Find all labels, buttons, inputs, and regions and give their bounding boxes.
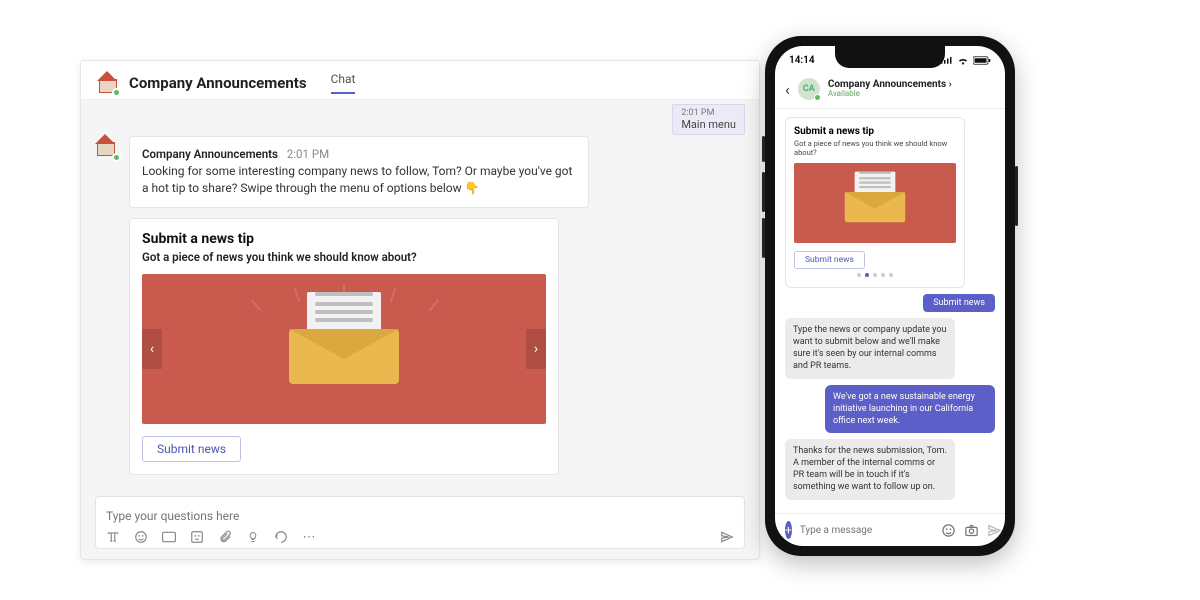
presence-available-icon (112, 88, 121, 97)
house-icon (95, 136, 115, 156)
message-header: Company Announcements 2:01 PM (142, 147, 576, 161)
chat-row: Thanks for the news submission, Tom. A m… (785, 439, 995, 500)
card-hero-image: ‹ › (142, 274, 546, 424)
emoji-icon[interactable] (941, 523, 956, 538)
card-subtitle: Got a piece of news you think we should … (794, 139, 956, 157)
more-icon[interactable]: ⋯ (302, 530, 316, 544)
phone-volume-up (762, 172, 765, 212)
compose-input[interactable] (106, 509, 734, 523)
chat-row: Type the news or company update you want… (785, 318, 995, 379)
bot-message: Type the news or company update you want… (785, 318, 955, 379)
send-icon[interactable] (987, 523, 1002, 538)
presence-available-icon (112, 153, 121, 162)
wifi-icon (957, 56, 969, 65)
chat-title: Company Announcements (129, 74, 307, 92)
compose-input-mobile[interactable] (800, 525, 933, 536)
message-composer: ⋯ (95, 496, 745, 549)
card-hero-image (794, 163, 956, 243)
gif-icon[interactable] (162, 530, 176, 544)
camera-icon[interactable] (964, 523, 979, 538)
presence-available-icon (814, 94, 821, 101)
message-text: Looking for some interesting company new… (142, 163, 576, 197)
attachment-icon[interactable] (218, 530, 232, 544)
mobile-message-area: Submit a news tip Got a piece of news yo… (775, 109, 1005, 513)
user-message: We've got a new sustainable energy initi… (825, 385, 995, 433)
bot-avatar (95, 71, 119, 95)
message-bubble: Company Announcements 2:01 PM Looking fo… (129, 136, 589, 208)
format-icon[interactable] (106, 530, 120, 544)
bot-message: Thanks for the news submission, Tom. A m… (785, 439, 955, 500)
envelope-icon (289, 314, 399, 384)
card-subtitle: Got a piece of news you think we should … (142, 250, 546, 264)
tab-chat[interactable]: Chat (331, 72, 356, 94)
card-title: Submit a news tip (794, 126, 956, 137)
submit-news-button[interactable]: Submit news (794, 251, 865, 269)
reply-time: 2:01 PM (681, 108, 736, 118)
phone-power-button (1015, 166, 1018, 226)
back-button[interactable]: ‹ (785, 80, 790, 99)
phone-mute-switch (762, 136, 765, 162)
lightbulb-icon[interactable] (246, 530, 260, 544)
chat-row: Submit news (785, 294, 995, 312)
bot-message: Company Announcements 2:01 PM Looking fo… (95, 136, 745, 208)
sticker-icon[interactable] (190, 530, 204, 544)
user-quick-reply[interactable]: Submit news (923, 294, 995, 312)
compose-toolbar: ⋯ (106, 530, 734, 544)
adaptive-card: Submit a news tip Got a piece of news yo… (129, 218, 559, 475)
dot[interactable] (881, 273, 885, 277)
chat-row: We've got a new sustainable energy initi… (785, 385, 995, 433)
emoji-icon[interactable] (134, 530, 148, 544)
mobile-composer: + (775, 513, 1005, 546)
card-title: Submit a news tip (142, 231, 546, 247)
status-time: 14:14 (789, 55, 815, 66)
dot-active[interactable] (865, 273, 869, 277)
presence-label: Available (828, 90, 952, 99)
user-reply-chip[interactable]: 2:01 PM Main menu (672, 104, 745, 135)
send-icon[interactable] (720, 530, 734, 544)
mobile-phone-mock: 14:14 ‹ CA Company Announcements › (765, 36, 1015, 556)
bot-avatar-small (95, 136, 119, 160)
dot[interactable] (857, 273, 861, 277)
mobile-chat-header: ‹ CA Company Announcements › Available (775, 74, 1005, 109)
dot[interactable] (889, 273, 893, 277)
phone-notch (835, 46, 945, 68)
sender-name: Company Announcements (142, 147, 278, 161)
message-area: 2:01 PM Main menu Company Announcements … (81, 100, 759, 496)
loop-icon[interactable] (274, 530, 288, 544)
submit-news-button[interactable]: Submit news (142, 436, 241, 462)
battery-icon (973, 56, 991, 65)
add-button[interactable]: + (785, 521, 792, 539)
avatar-initials: CA (803, 84, 815, 94)
reply-label: Main menu (681, 118, 736, 131)
sent-time: 2:01 PM (287, 147, 329, 161)
carousel-next-button[interactable]: › (526, 329, 546, 369)
desktop-teams-window: Company Announcements Chat 2:01 PM Main … (80, 60, 760, 560)
adaptive-card-mobile: Submit a news tip Got a piece of news yo… (785, 117, 965, 288)
dot[interactable] (873, 273, 877, 277)
carousel-dots (794, 273, 956, 277)
envelope-icon (845, 184, 906, 223)
phone-volume-down (762, 218, 765, 258)
desktop-header: Company Announcements Chat (81, 61, 759, 100)
carousel-prev-button[interactable]: ‹ (142, 329, 162, 369)
bot-avatar-mobile: CA (798, 78, 820, 100)
mobile-screen: 14:14 ‹ CA Company Announcements › (775, 46, 1005, 546)
